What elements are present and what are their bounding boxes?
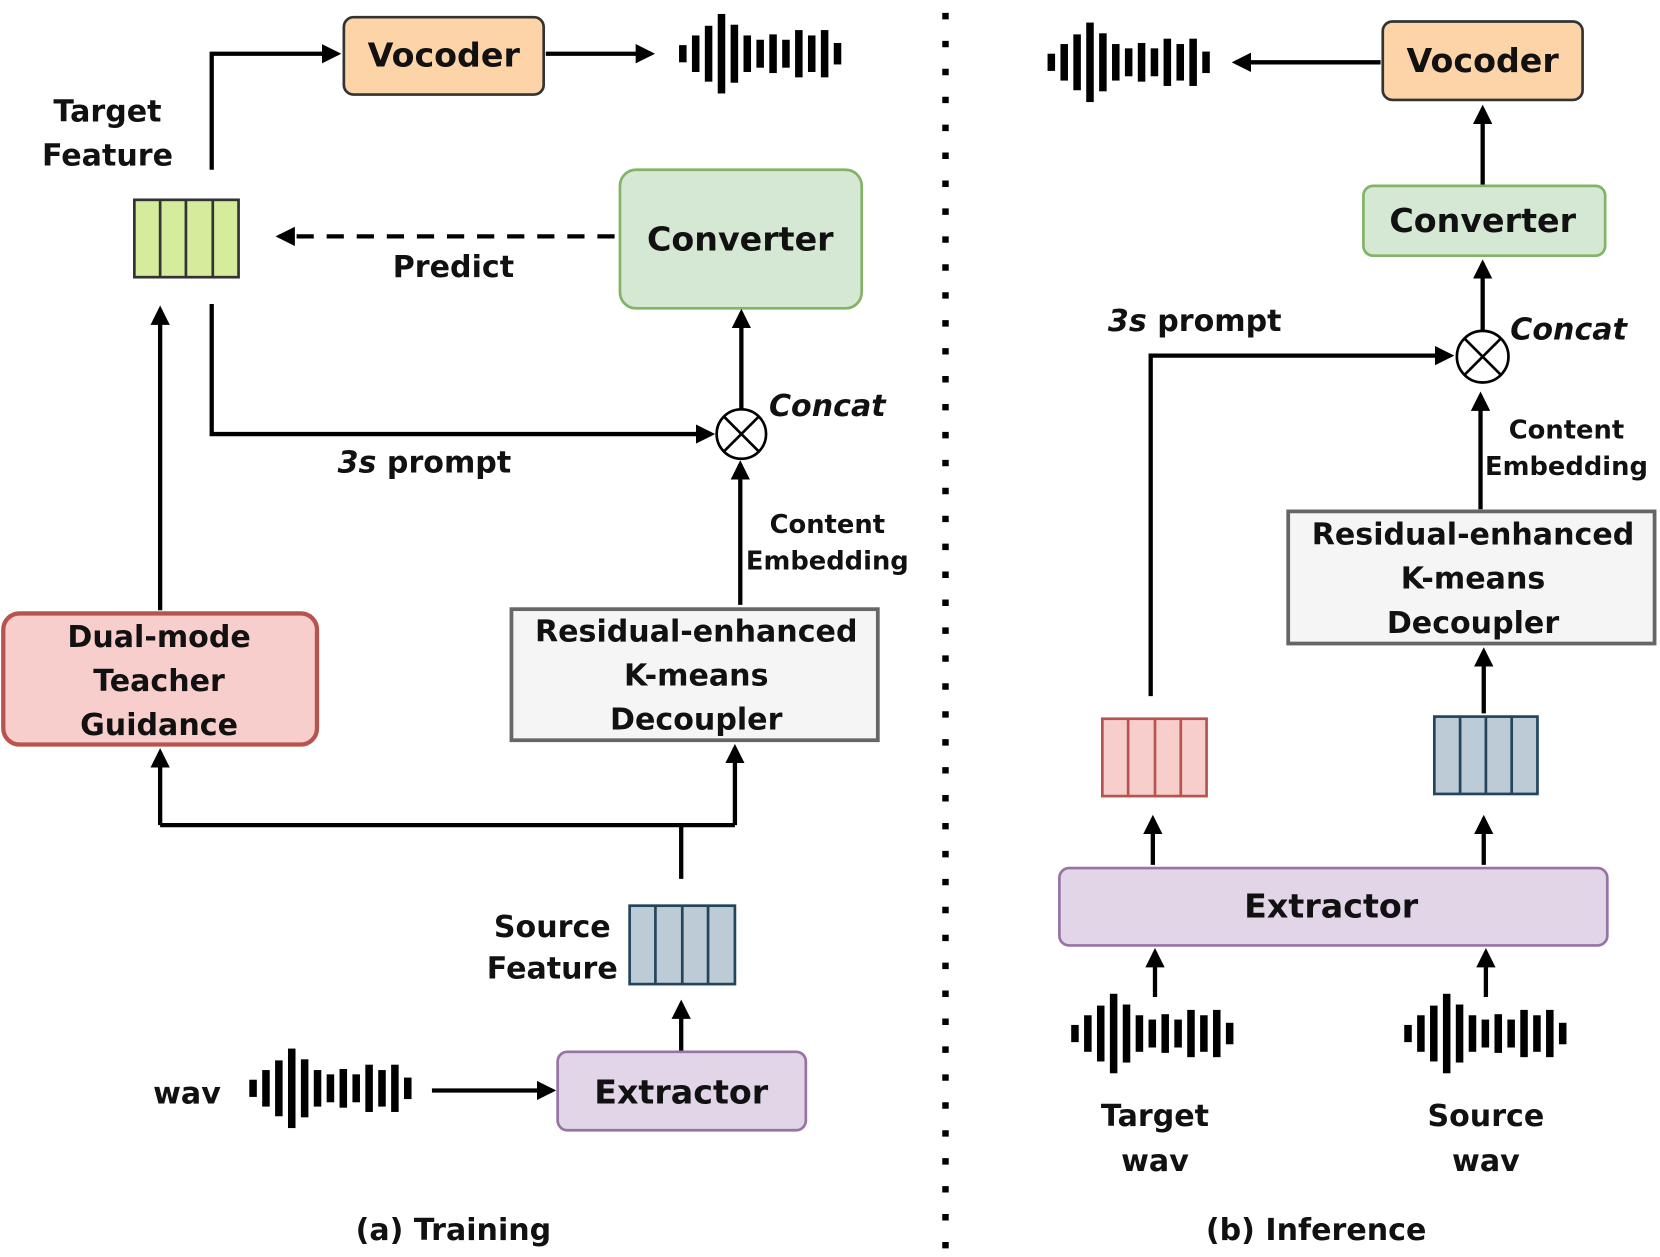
- prompt-label: 3s prompt: [338, 446, 512, 481]
- concat-label: Concat: [1510, 312, 1628, 347]
- arrow-prompt-to-concat: [209, 304, 716, 444]
- arrow-target-to-vocoder: [209, 44, 342, 170]
- source-feature-grid: [1432, 715, 1539, 796]
- extractor-label: Extractor: [594, 1072, 769, 1111]
- content-embedding-label: Embedding: [1485, 452, 1648, 482]
- decoupler-label: K-means: [624, 658, 769, 693]
- target-feature-grid: [1101, 717, 1208, 798]
- output-waveform-icon: [1047, 22, 1210, 103]
- teacher-label: Guidance: [80, 708, 238, 743]
- decoupler-label: Residual-enhanced: [1312, 518, 1635, 553]
- extractor-label: Extractor: [1244, 887, 1419, 926]
- input-waveform-icon: [249, 1048, 412, 1129]
- wav-label: wav: [153, 1076, 221, 1111]
- concat-icon: [715, 407, 768, 461]
- teacher-label: Dual-mode: [67, 620, 250, 655]
- content-embedding-label: Content: [1509, 415, 1624, 445]
- training-caption: (a) Training: [356, 1213, 552, 1248]
- source-feature-label: Feature: [487, 952, 618, 987]
- output-waveform-icon: [679, 13, 842, 94]
- source-feature-label: Source: [494, 910, 611, 945]
- predict-label: Predict: [393, 250, 514, 285]
- source-wav-label: wav: [1452, 1144, 1520, 1179]
- teacher-label: Teacher: [93, 664, 225, 699]
- target-feature-grid: [133, 198, 240, 279]
- target-wav-label: wav: [1121, 1144, 1189, 1179]
- diagram: Vocoder Target Feature Converter Predict…: [1, 12, 1657, 1249]
- inference-panel: Vocoder Converter Concat 3s prompt Conte…: [1047, 20, 1657, 1248]
- target-wav-label: Target: [1101, 1099, 1209, 1134]
- source-waveform-icon: [1404, 993, 1567, 1074]
- source-feature-grid: [628, 904, 737, 986]
- vocoder-label: Vocoder: [1407, 41, 1560, 80]
- inference-caption: (b) Inference: [1206, 1213, 1426, 1248]
- decoupler-label: Decoupler: [1387, 606, 1560, 641]
- source-wav-label: Source: [1427, 1099, 1544, 1134]
- converter-label: Converter: [647, 219, 834, 258]
- concat-label: Concat: [769, 389, 887, 424]
- decoupler-label: Residual-enhanced: [535, 614, 858, 649]
- decoupler-label: K-means: [1401, 562, 1546, 597]
- vocoder-label: Vocoder: [368, 36, 521, 75]
- prompt-label: 3s prompt: [1108, 304, 1282, 339]
- converter-label: Converter: [1389, 201, 1576, 240]
- concat-icon: [1455, 329, 1510, 384]
- target-feature-label: Target: [53, 94, 161, 129]
- training-panel: Vocoder Target Feature Converter Predict…: [1, 13, 909, 1248]
- target-feature-label: Feature: [42, 138, 173, 173]
- content-embedding-label: Content: [770, 510, 885, 540]
- target-waveform-icon: [1071, 993, 1234, 1074]
- decoupler-label: Decoupler: [610, 702, 783, 737]
- content-embedding-label: Embedding: [746, 546, 909, 576]
